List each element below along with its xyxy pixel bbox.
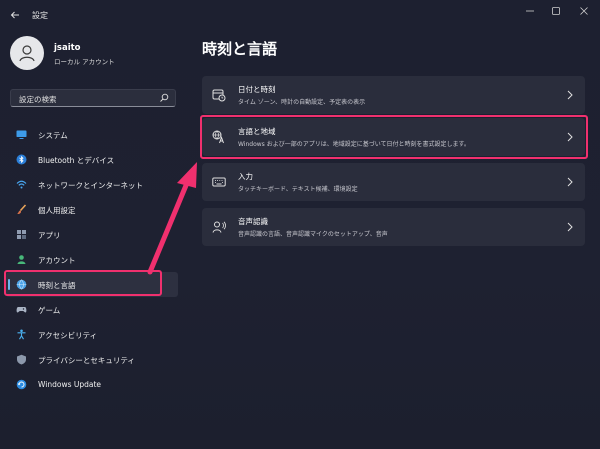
annotation-arrow <box>147 162 197 275</box>
settings-window: 設定 jsaito ローカル アカウント 設定の検索 システム Bluetoot… <box>0 0 600 449</box>
